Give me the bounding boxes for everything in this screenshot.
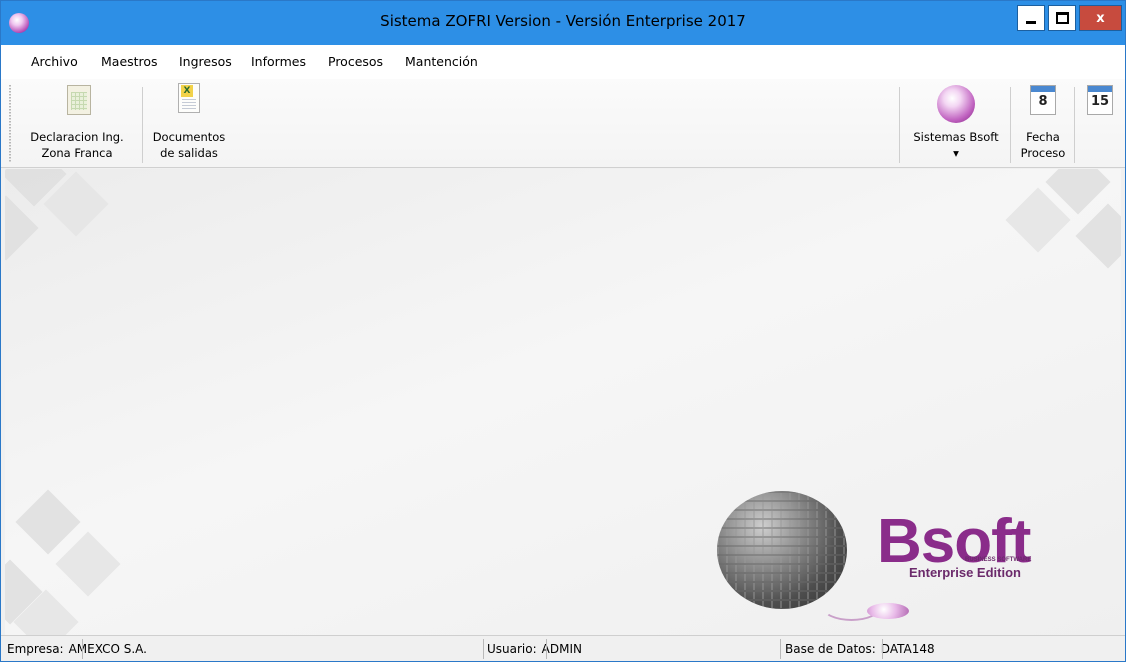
close-button[interactable]: x bbox=[1079, 5, 1122, 31]
documentos-button[interactable]: X Documentos de salidas bbox=[145, 79, 233, 165]
empresa-value: AMEXCO S.A. bbox=[68, 642, 147, 656]
base-label: Base de Datos: bbox=[785, 642, 876, 656]
usuario-value: ADMIN bbox=[541, 642, 582, 656]
menu-mantencion[interactable]: Mantención bbox=[405, 54, 478, 69]
sistemas-bsoft-button[interactable]: Sistemas Bsoft ▾ bbox=[903, 79, 1009, 165]
globe-icon bbox=[717, 491, 847, 609]
status-separator bbox=[546, 639, 547, 659]
status-base-datos: Base de Datos: DATA148 bbox=[785, 639, 935, 659]
app-window: Sistema ZOFRI Version - Versión Enterpri… bbox=[0, 0, 1126, 662]
maximize-icon bbox=[1055, 12, 1069, 24]
edition-label: Enterprise Edition bbox=[909, 565, 1021, 580]
calendar-day: 8 bbox=[1038, 94, 1048, 109]
bsoft-logo: Bsoft BUSINESS SOFTWARE Enterprise Editi… bbox=[717, 491, 1107, 631]
menu-procesos[interactable]: Procesos bbox=[328, 54, 383, 69]
fecha-label-2: Proceso bbox=[1020, 146, 1066, 160]
status-separator bbox=[780, 639, 781, 659]
calendar-button[interactable]: 15 bbox=[1079, 79, 1123, 165]
brand-name: Bsoft bbox=[877, 507, 1031, 576]
empresa-label: Empresa: bbox=[7, 642, 64, 656]
toolbar: Declaracion Ing. Zona Franca X Documento… bbox=[1, 79, 1125, 168]
bsoft-sphere-icon bbox=[937, 85, 975, 123]
brand-subtitle: BUSINESS SOFTWARE bbox=[965, 557, 1032, 563]
status-separator bbox=[882, 639, 883, 659]
menu-ingresos[interactable]: Ingresos bbox=[179, 54, 232, 69]
minimize-button[interactable] bbox=[1017, 5, 1045, 31]
usuario-label: Usuario: bbox=[487, 642, 537, 656]
mouse-icon bbox=[867, 603, 909, 619]
menu-maestros[interactable]: Maestros bbox=[101, 54, 158, 69]
menu-bar: Archivo Maestros Ingresos Informes Proce… bbox=[1, 45, 1125, 79]
toolbar-separator bbox=[899, 87, 900, 163]
declaracion-button[interactable]: Declaracion Ing. Zona Franca bbox=[15, 79, 139, 165]
decor-diamond bbox=[55, 531, 121, 597]
workspace-background: Bsoft BUSINESS SOFTWARE Enterprise Editi… bbox=[5, 169, 1121, 635]
toolbar-separator bbox=[142, 87, 143, 163]
sistemas-label: Sistemas Bsoft bbox=[913, 130, 999, 144]
calendar-icon: 8 bbox=[1030, 85, 1056, 115]
fecha-proceso-button[interactable]: 8 Fecha Proceso bbox=[1013, 79, 1073, 165]
decor-diamond bbox=[15, 489, 81, 555]
status-bar: Empresa: AMEXCO S.A. Usuario: ADMIN Base… bbox=[1, 635, 1125, 661]
documentos-label-1: Documentos bbox=[152, 130, 226, 144]
decor-diamond bbox=[1075, 203, 1121, 269]
minimize-icon bbox=[1026, 20, 1036, 24]
title-bar[interactable]: Sistema ZOFRI Version - Versión Enterpri… bbox=[1, 1, 1125, 45]
menu-informes[interactable]: Informes bbox=[251, 54, 306, 69]
status-usuario: Usuario: ADMIN bbox=[487, 639, 582, 659]
toolbar-separator bbox=[1010, 87, 1011, 163]
toolbar-grip[interactable] bbox=[9, 85, 11, 163]
declaracion-label-1: Declaracion Ing. bbox=[30, 130, 124, 144]
close-icon: x bbox=[1096, 10, 1105, 26]
status-empresa: Empresa: AMEXCO S.A. bbox=[7, 639, 147, 659]
status-separator bbox=[82, 639, 83, 659]
excel-document-icon: X bbox=[178, 83, 200, 113]
menu-archivo[interactable]: Archivo bbox=[31, 54, 78, 69]
spreadsheet-icon bbox=[67, 85, 91, 115]
window-title: Sistema ZOFRI Version - Versión Enterpri… bbox=[380, 12, 746, 30]
maximize-button[interactable] bbox=[1048, 5, 1076, 31]
base-value: DATA148 bbox=[880, 642, 935, 656]
fecha-label-1: Fecha bbox=[1026, 130, 1060, 144]
status-separator bbox=[483, 639, 484, 659]
calendar-day: 15 bbox=[1090, 94, 1110, 109]
chevron-down-icon: ▾ bbox=[953, 146, 959, 160]
toolbar-separator bbox=[1074, 87, 1075, 163]
documentos-label-2: de salidas bbox=[160, 146, 218, 160]
calendar-icon: 15 bbox=[1087, 85, 1113, 115]
declaracion-label-2: Zona Franca bbox=[41, 146, 113, 160]
